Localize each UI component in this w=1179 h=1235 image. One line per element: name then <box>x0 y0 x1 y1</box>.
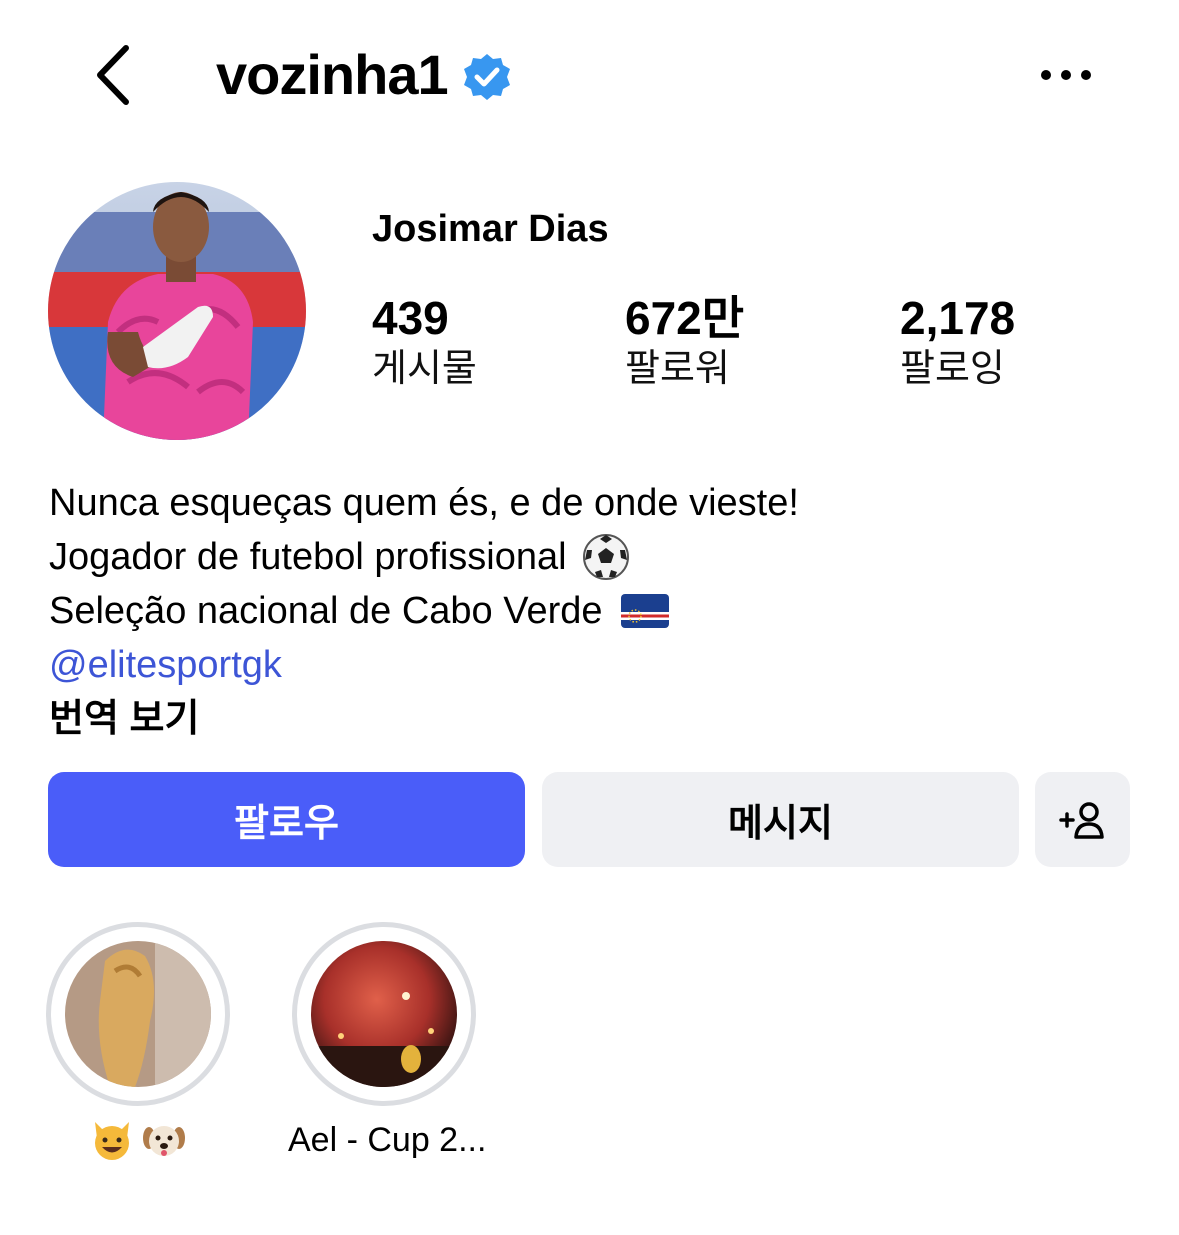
translate-link[interactable]: 번역 보기 <box>49 692 799 746</box>
stat-value: 2,178 <box>900 292 1016 344</box>
username: vozinha1 <box>216 43 449 106</box>
bio-link[interactable]: @elitesportgk <box>49 638 799 692</box>
add-person-icon <box>1058 801 1104 839</box>
avatar-image <box>48 182 306 440</box>
highlight-ring <box>46 922 230 1106</box>
message-button[interactable]: 메시지 <box>542 772 1019 867</box>
dog-face-icon <box>143 1126 185 1156</box>
verified-badge-icon <box>463 54 510 100</box>
cape-verde-flag-icon <box>620 594 669 628</box>
cat-face-icon <box>95 1122 129 1160</box>
bio: Nunca esqueças quem és, e de onde vieste… <box>49 476 799 746</box>
highlight-ring <box>292 922 476 1106</box>
stat-posts[interactable]: 439 게시물 <box>372 290 477 392</box>
stat-followers[interactable]: 672만 팔로워 <box>625 290 744 392</box>
follow-button[interactable]: 팔로우 <box>48 772 525 867</box>
highlight-thumbnail <box>311 941 457 1087</box>
profile-page: vozinha1 Josimar Dias 439 게시물 672만 팔로워 2… <box>0 0 1179 1235</box>
story-highlight[interactable]: Ael - Cup 2... <box>288 922 487 1162</box>
message-button-label: 메시지 <box>728 803 833 845</box>
profile-avatar[interactable] <box>48 182 306 440</box>
bio-text: Seleção nacional de Cabo Verde <box>49 590 603 632</box>
stat-value: 672만 <box>625 292 745 344</box>
bio-line: Seleção nacional de Cabo Verde <box>49 584 799 638</box>
stat-value: 439 <box>372 292 449 344</box>
stat-following[interactable]: 2,178 팔로잉 <box>900 290 1015 392</box>
bio-text: Jogador de futebol profissional <box>49 536 567 578</box>
username-header: vozinha1 <box>216 40 512 110</box>
stat-label: 팔로잉 <box>900 348 1005 390</box>
highlight-label <box>42 1118 234 1162</box>
highlight-thumbnail <box>65 941 211 1087</box>
bio-line: Jogador de futebol profissional <box>49 530 799 584</box>
add-user-button[interactable] <box>1035 772 1130 867</box>
bio-line: Nunca esqueças quem és, e de onde vieste… <box>49 482 799 524</box>
display-name: Josimar Dias <box>372 208 609 250</box>
soccer-ball-icon <box>582 534 629 580</box>
more-horizontal-icon[interactable] <box>1036 55 1096 95</box>
chevron-left-icon[interactable] <box>88 40 138 110</box>
follow-button-label: 팔로우 <box>234 803 339 845</box>
stat-label: 팔로워 <box>625 348 730 390</box>
highlight-label: Ael - Cup 2... <box>288 1121 487 1159</box>
stat-label: 게시물 <box>372 348 477 390</box>
story-highlight[interactable] <box>42 922 234 1162</box>
